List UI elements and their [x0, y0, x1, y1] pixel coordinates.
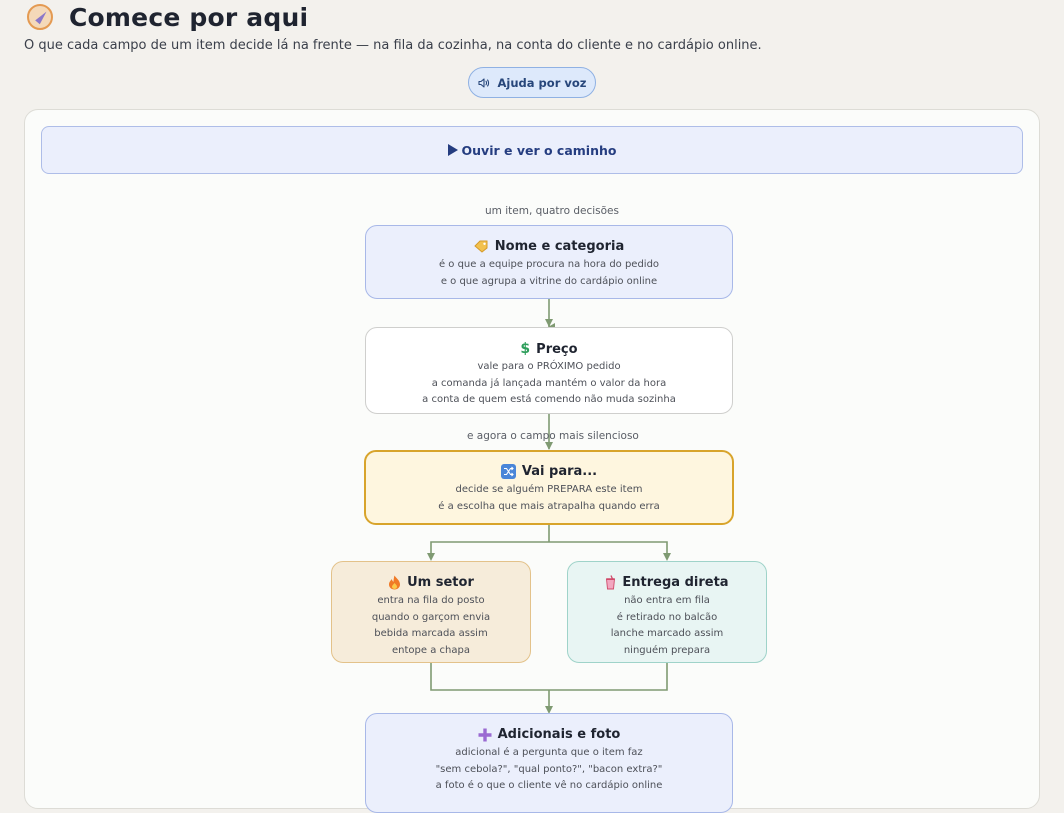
node-direct-title: Entrega direta	[622, 575, 729, 590]
arrowhead-price	[545, 319, 553, 327]
node-name-title: Nome e categoria	[494, 239, 625, 254]
node-addons-title: Adicionais e foto	[497, 727, 621, 742]
flow-caption-top: um item, quatro decisões	[485, 205, 619, 217]
fire-icon	[389, 575, 401, 590]
node-sector[interactable]: Um setor entra na fila do posto quando o…	[331, 561, 531, 663]
node-name-line: é o que a equipe procura na hora do pedi…	[438, 259, 660, 270]
node-addons[interactable]: Adicionais e foto adicional é a pergunta…	[365, 713, 733, 813]
node-route-line: é a escolha que mais atrapalha quando er…	[438, 500, 660, 512]
node-direct[interactable]: Entrega direta não entra em fila é retir…	[567, 561, 767, 663]
node-price-line: a conta de quem está comendo não muda so…	[422, 394, 676, 405]
node-direct-line: lanche marcado assim	[610, 628, 724, 639]
node-sector-line: entra na fila do posto	[377, 595, 485, 606]
arrowhead-sector	[427, 553, 435, 561]
node-price[interactable]: $ Preço vale para o PRÓXIMO pedido a com…	[365, 327, 733, 414]
node-route[interactable]: Vai para... decide se alguém PREPARA est…	[364, 450, 734, 525]
node-route-title: Vai para...	[521, 464, 598, 479]
node-sector-line: entope a chapa	[392, 644, 470, 656]
drink-icon	[606, 575, 616, 590]
tag-icon	[474, 240, 488, 253]
node-route-line: decide se alguém PREPARA este item	[455, 484, 643, 495]
node-name-category[interactable]: Nome e categoria é o que a equipe procur…	[365, 225, 733, 299]
dollar-icon: $	[520, 341, 531, 357]
arrowhead-route	[545, 442, 553, 450]
arrowhead-direct	[663, 553, 671, 561]
node-sector-line: bebida marcada assim	[374, 628, 488, 639]
node-direct-line: ninguém prepara	[623, 644, 711, 656]
node-price-line: a comanda já lançada mantém o valor da h…	[431, 377, 667, 389]
node-addons-line: adicional é a pergunta que o item faz	[455, 747, 643, 758]
node-price-line: vale para o PRÓXIMO pedido	[477, 361, 621, 372]
node-direct-line: não entra em fila	[624, 595, 710, 606]
node-addons-line: a foto é o que o cliente vê no cardápio …	[435, 780, 663, 791]
plus-icon	[478, 728, 492, 741]
node-name-line: e o que agrupa a vitrine do cardápio onl…	[440, 275, 658, 287]
node-sector-line: quando o garçom envia	[371, 611, 491, 623]
shuffle-icon	[500, 464, 516, 479]
connector-route-split	[430, 525, 668, 558]
node-sector-title: Um setor	[407, 575, 474, 590]
connector-join	[430, 663, 668, 712]
flow-caption-mid: e agora o campo mais silencioso	[467, 430, 639, 442]
node-direct-line: é retirado no balcão	[616, 611, 718, 623]
node-price-title: Preço	[536, 341, 578, 357]
node-addons-line: "sem cebola?", "qual ponto?", "bacon ext…	[435, 763, 663, 775]
